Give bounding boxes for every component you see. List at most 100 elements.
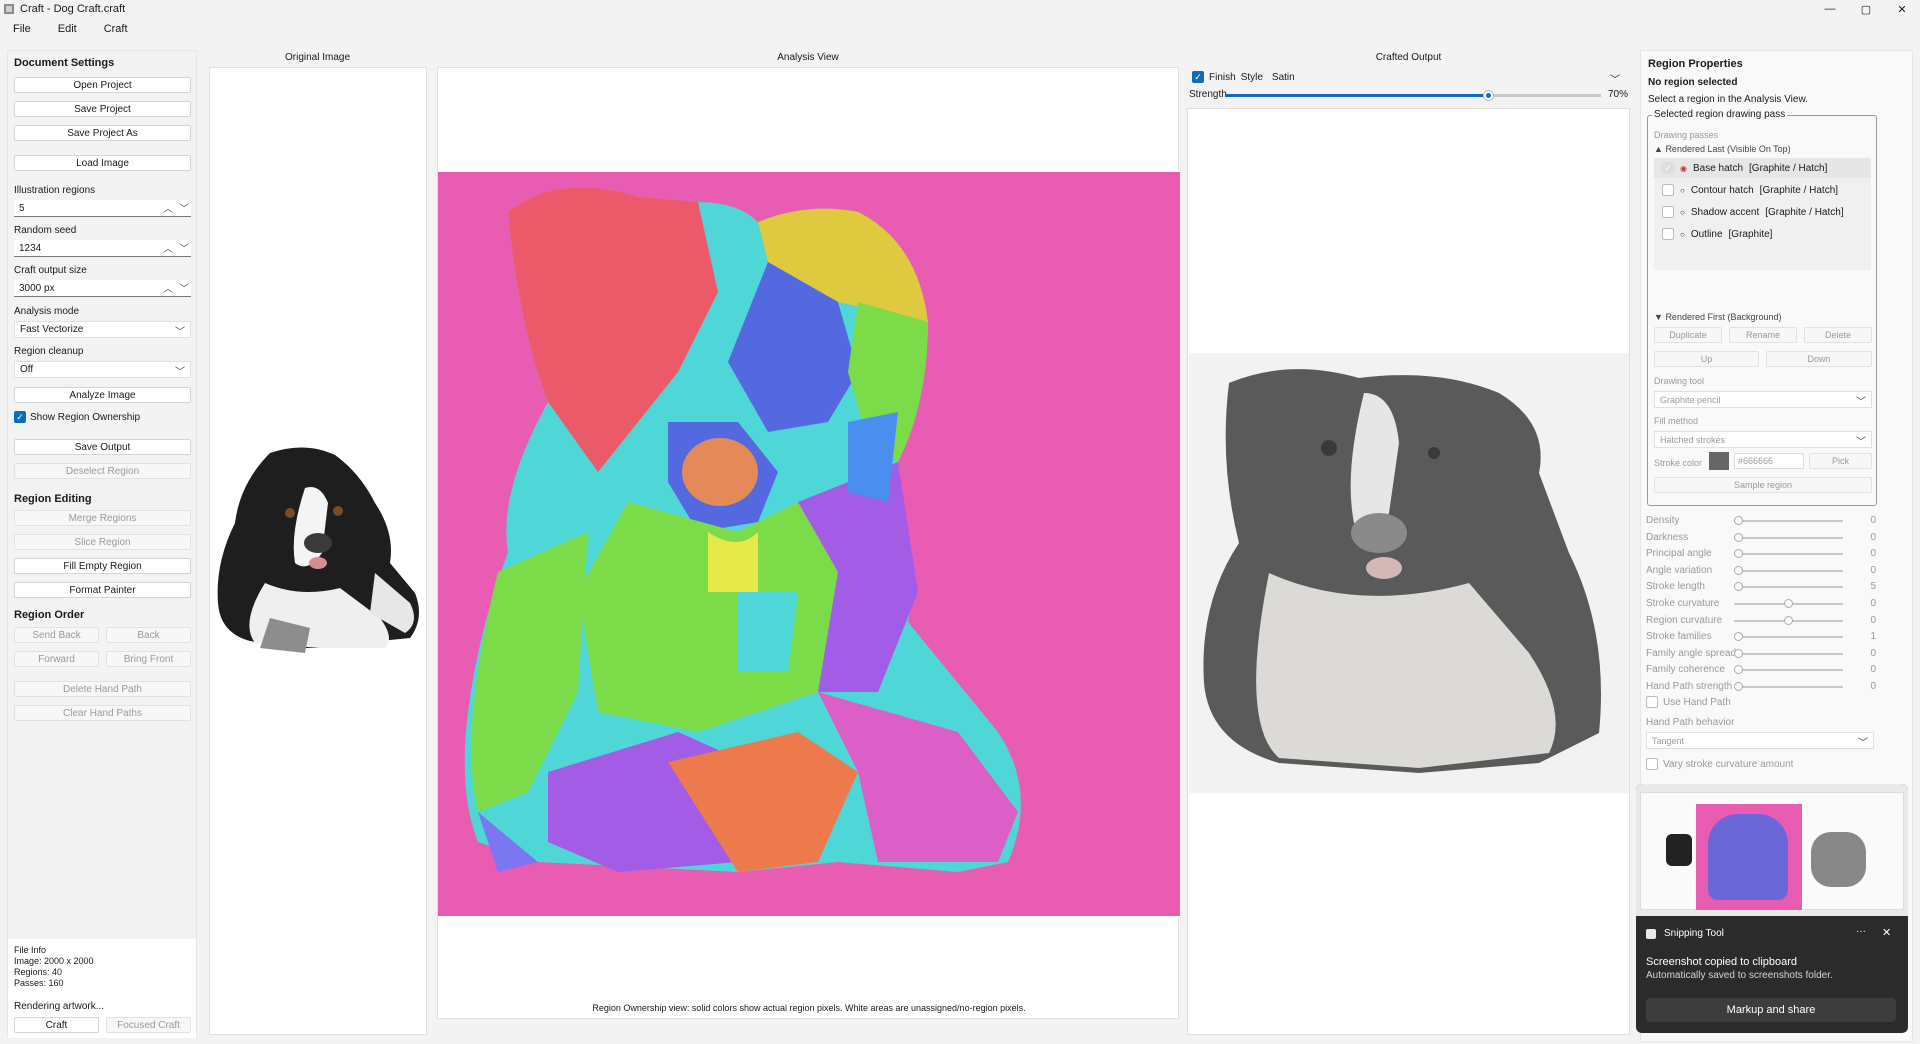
rename-button[interactable]: Rename bbox=[1729, 327, 1797, 343]
stroke-color-swatch[interactable] bbox=[1709, 452, 1729, 470]
save-project-button[interactable]: Save Project bbox=[14, 101, 191, 117]
pick-color-button[interactable]: Pick bbox=[1809, 453, 1872, 469]
save-output-button[interactable]: Save Output bbox=[14, 439, 191, 455]
slider-thumb[interactable] bbox=[1734, 632, 1743, 642]
snipping-tool-notification[interactable]: Snipping Tool ··· ✕ Screenshot copied to… bbox=[1636, 784, 1908, 1033]
strength-slider[interactable] bbox=[1226, 91, 1601, 100]
chevron-up-icon[interactable]: ︿ bbox=[163, 240, 173, 255]
checkbox-icon[interactable] bbox=[1646, 758, 1658, 770]
slider-thumb[interactable] bbox=[1734, 682, 1743, 691]
stroke-color-input[interactable]: #666666 bbox=[1734, 453, 1804, 469]
pass-row-shadow-accent[interactable]: ○ Shadow accent [Graphite / Hatch] bbox=[1654, 202, 1844, 222]
checkbox-icon[interactable] bbox=[1662, 206, 1674, 218]
style-select[interactable]: Satin bbox=[1272, 72, 1295, 83]
markup-and-share-button[interactable]: Markup and share bbox=[1646, 998, 1896, 1022]
save-project-as-button[interactable]: Save Project As bbox=[14, 125, 191, 141]
slider-track[interactable] bbox=[1734, 636, 1843, 639]
region-cleanup-select[interactable]: Off ﹀ bbox=[14, 361, 191, 378]
chevron-up-icon[interactable]: ︿ bbox=[163, 280, 173, 295]
show-region-ownership-toggle[interactable]: ✓ Show Region Ownership bbox=[14, 411, 140, 423]
random-seed-input[interactable]: 1234 ︿ ﹀ bbox=[14, 240, 191, 257]
chevron-down-icon[interactable]: ﹀ bbox=[179, 240, 189, 255]
load-image-button[interactable]: Load Image bbox=[14, 155, 191, 171]
slider-thumb[interactable] bbox=[1734, 582, 1743, 592]
format-painter-button[interactable]: Format Painter bbox=[14, 582, 191, 598]
focused-craft-button[interactable]: Focused Craft bbox=[106, 1017, 191, 1033]
checkbox-checked-icon[interactable]: ✓ bbox=[14, 411, 26, 423]
slider-thumb[interactable] bbox=[1734, 665, 1743, 675]
analysis-mode-select[interactable]: Fast Vectorize ﹀ bbox=[14, 321, 191, 338]
hand-path-behavior-select[interactable]: Tangent ﹀ bbox=[1646, 732, 1874, 749]
fill-method-select[interactable]: Hatched strokes ﹀ bbox=[1654, 431, 1872, 448]
chevron-down-icon[interactable]: ﹀ bbox=[1610, 71, 1620, 86]
slider-thumb[interactable] bbox=[1734, 565, 1743, 575]
delete-hand-path-button[interactable]: Delete Hand Path bbox=[14, 681, 191, 697]
delete-button[interactable]: Delete bbox=[1804, 327, 1872, 343]
slider-thumb[interactable] bbox=[1784, 599, 1793, 608]
slider-track[interactable] bbox=[1734, 520, 1843, 522]
illustration-regions-value: 5 bbox=[19, 202, 25, 214]
slider-thumb[interactable] bbox=[1734, 516, 1743, 525]
back-button[interactable]: Back bbox=[106, 627, 191, 643]
analysis-caption: Region Ownership view: solid colors show… bbox=[592, 1003, 1026, 1013]
slider-track[interactable] bbox=[1734, 586, 1843, 589]
checkbox-checked-icon[interactable]: ✓ bbox=[1662, 162, 1674, 174]
deselect-region-button[interactable]: Deselect Region bbox=[14, 463, 191, 479]
checkbox-icon[interactable] bbox=[1662, 228, 1674, 240]
slider-track[interactable] bbox=[1734, 669, 1843, 672]
chevron-down-icon[interactable]: ﹀ bbox=[179, 200, 189, 215]
analyze-image-button[interactable]: Analyze Image bbox=[14, 387, 191, 403]
rendered-last-text: Rendered Last (Visible On Top) bbox=[1665, 144, 1791, 154]
slider-track[interactable] bbox=[1734, 569, 1843, 572]
menu-craft[interactable]: Craft bbox=[97, 23, 135, 35]
slider-thumb[interactable] bbox=[1734, 549, 1743, 559]
app-icon bbox=[4, 4, 14, 14]
finish-checkbox[interactable]: ✓ bbox=[1192, 71, 1204, 83]
forward-button[interactable]: Forward bbox=[14, 651, 99, 667]
slider-track[interactable] bbox=[1734, 686, 1843, 688]
duplicate-button[interactable]: Duplicate bbox=[1654, 327, 1722, 343]
illustration-regions-input[interactable]: 5 ︿ ﹀ bbox=[14, 200, 191, 217]
slider-track[interactable] bbox=[1734, 536, 1843, 539]
down-button[interactable]: Down bbox=[1766, 351, 1872, 367]
slider-track[interactable] bbox=[1734, 553, 1843, 556]
merge-regions-button[interactable]: Merge Regions bbox=[14, 510, 191, 526]
clear-hand-paths-button[interactable]: Clear Hand Paths bbox=[14, 705, 191, 721]
close-window-button[interactable]: ✕ bbox=[1884, 0, 1920, 18]
strength-slider-thumb[interactable] bbox=[1483, 91, 1493, 100]
bring-front-button[interactable]: Bring Front bbox=[106, 651, 191, 667]
pass-row-base-hatch[interactable]: ✓ ◉ Base hatch [Graphite / Hatch] bbox=[1654, 158, 1871, 178]
more-options-icon[interactable]: ··· bbox=[1856, 926, 1866, 937]
maximize-button[interactable]: ▢ bbox=[1848, 0, 1884, 18]
analysis-view-panel[interactable]: Region Ownership view: solid colors show… bbox=[437, 67, 1180, 1019]
pass-row-outline[interactable]: ○ Outline [Graphite] bbox=[1654, 224, 1772, 244]
sample-region-button[interactable]: Sample region bbox=[1654, 477, 1872, 493]
slider-track[interactable] bbox=[1734, 652, 1843, 655]
drawing-tool-select[interactable]: Graphite pencil ﹀ bbox=[1654, 391, 1872, 408]
menu-file[interactable]: File bbox=[6, 23, 38, 35]
screenshot-thumbnail[interactable] bbox=[1636, 784, 1908, 916]
slice-region-button[interactable]: Slice Region bbox=[14, 534, 191, 550]
use-hand-path-toggle[interactable]: Use Hand Path bbox=[1646, 696, 1731, 708]
close-icon[interactable]: ✕ bbox=[1882, 926, 1891, 939]
open-project-button[interactable]: Open Project bbox=[14, 77, 191, 93]
slider-thumb[interactable] bbox=[1734, 648, 1743, 658]
slider-thumb[interactable] bbox=[1784, 615, 1793, 625]
chevron-down-icon[interactable]: ﹀ bbox=[179, 280, 189, 295]
output-size-input[interactable]: 3000 px ︿ ﹀ bbox=[14, 280, 191, 297]
chevron-up-icon[interactable]: ︿ bbox=[163, 200, 173, 215]
pass-row-contour-hatch[interactable]: ○ Contour hatch [Graphite / Hatch] bbox=[1654, 180, 1838, 200]
craft-button[interactable]: Craft bbox=[14, 1017, 99, 1033]
checkbox-icon[interactable] bbox=[1662, 184, 1674, 196]
drawing-pass-list[interactable]: ✓ ◉ Base hatch [Graphite / Hatch] ○ Cont… bbox=[1654, 158, 1871, 270]
vary-curvature-toggle[interactable]: Vary stroke curvature amount bbox=[1646, 758, 1793, 770]
slider-thumb[interactable] bbox=[1734, 532, 1743, 542]
checkbox-icon[interactable] bbox=[1646, 696, 1658, 708]
minimize-button[interactable]: — bbox=[1812, 0, 1848, 18]
up-button[interactable]: Up bbox=[1654, 351, 1759, 367]
menu-edit[interactable]: Edit bbox=[51, 23, 84, 35]
fill-empty-region-button[interactable]: Fill Empty Region bbox=[14, 558, 191, 574]
region-ownership-image[interactable] bbox=[438, 172, 1180, 916]
triangle-down-icon: ▼ bbox=[1654, 312, 1663, 322]
send-back-button[interactable]: Send Back bbox=[14, 627, 99, 643]
